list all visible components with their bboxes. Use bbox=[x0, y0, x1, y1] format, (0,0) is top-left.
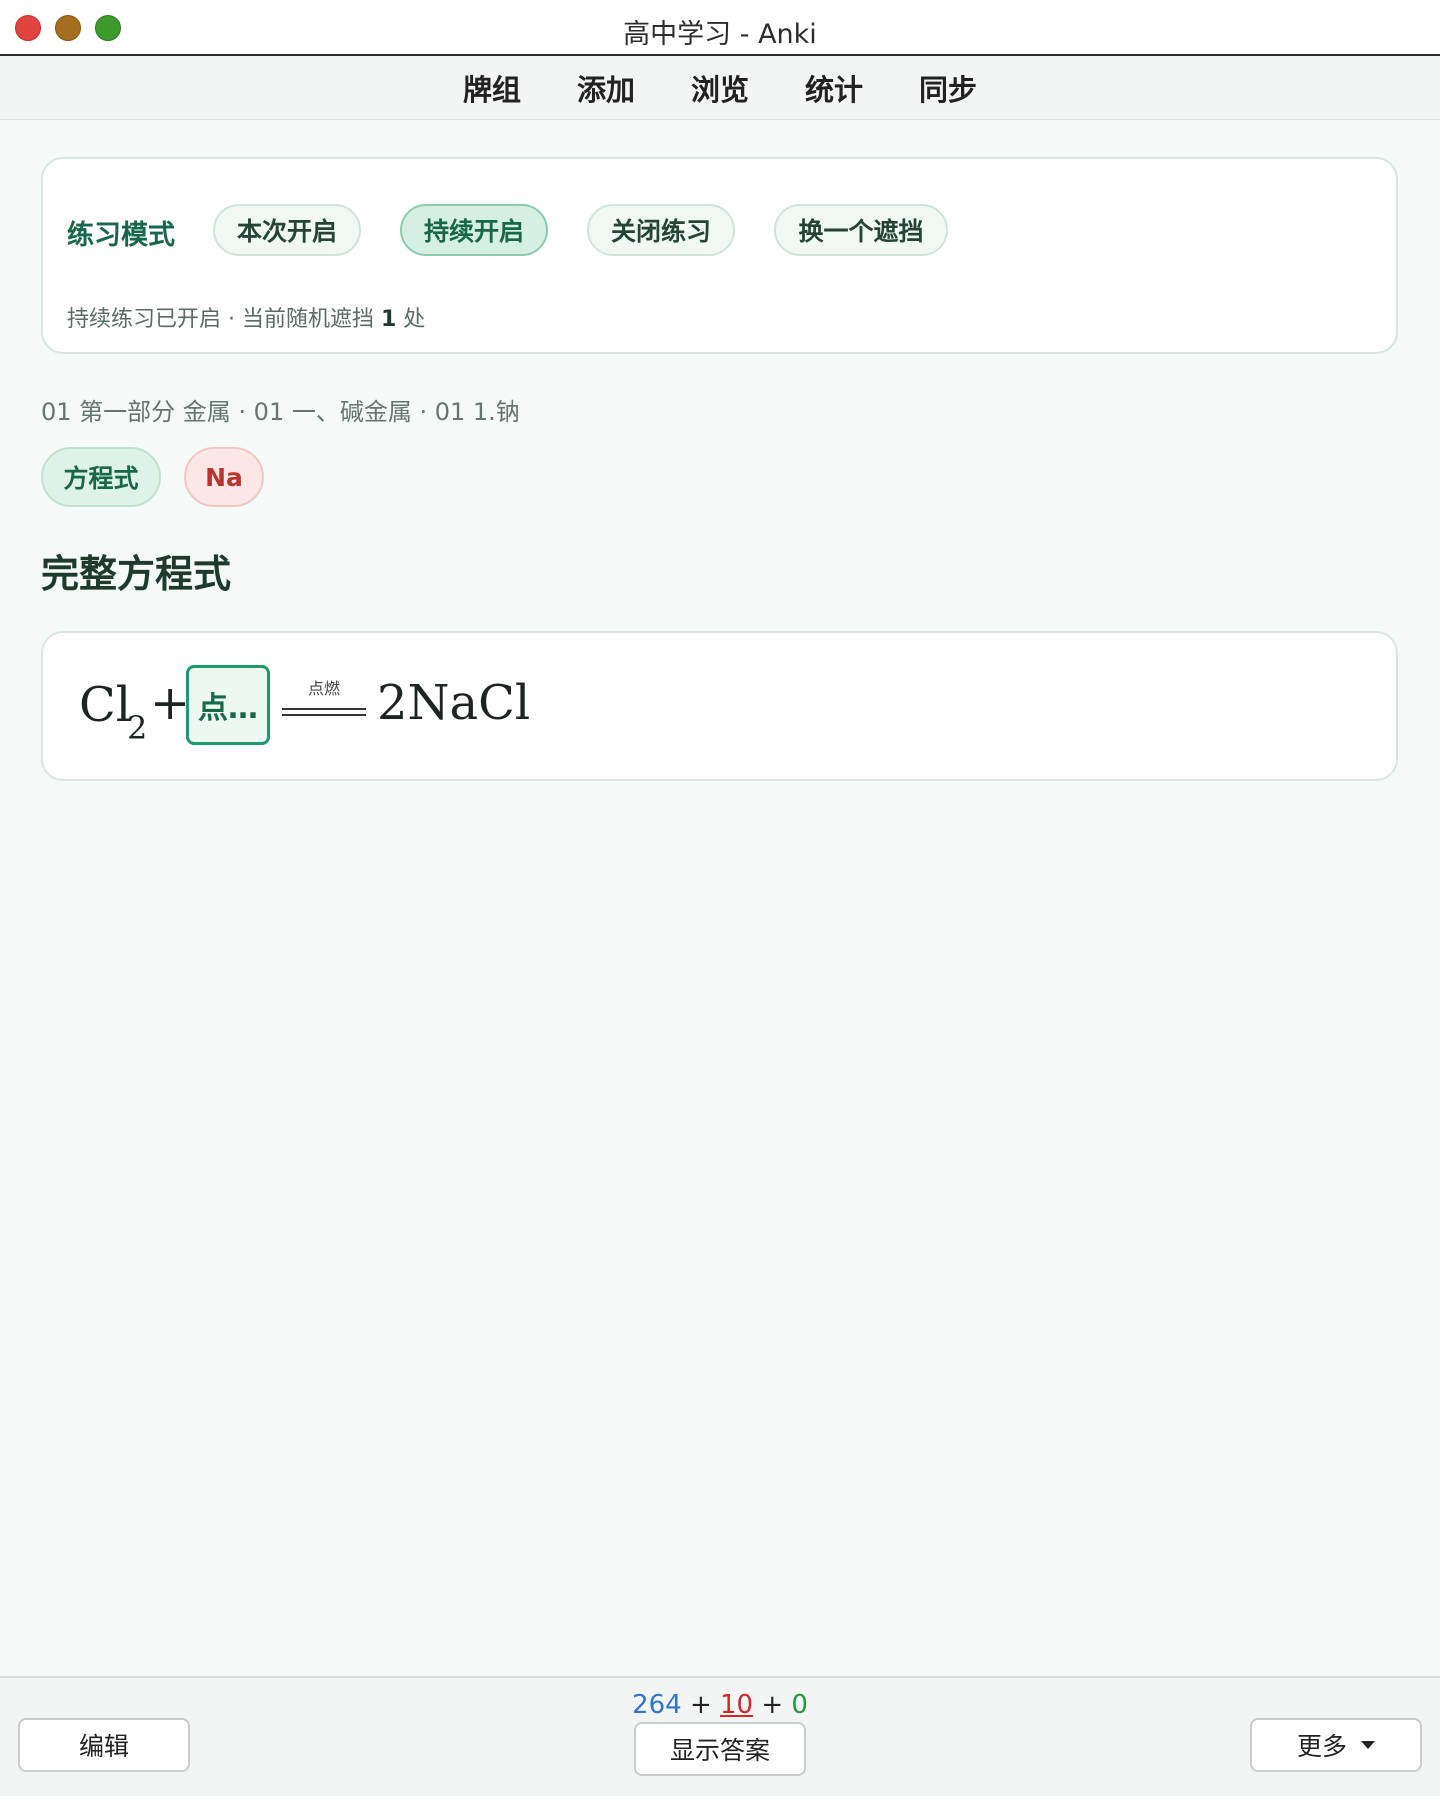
learn-count: 10 bbox=[720, 1690, 754, 1720]
equation-plus: + bbox=[150, 675, 191, 731]
practice-once-button[interactable]: 本次开启 bbox=[213, 204, 361, 256]
window-title: 高中学习 - Anki bbox=[623, 19, 817, 50]
equation-product: 2NaCl bbox=[377, 675, 531, 731]
count-plus-2: + bbox=[761, 1690, 784, 1720]
top-nav: 牌组 添加 浏览 统计 同步 bbox=[0, 56, 1440, 120]
tag-equation: 方程式 bbox=[41, 447, 161, 507]
practice-mode-label: 练习模式 bbox=[67, 220, 175, 251]
count-plus-1: + bbox=[689, 1690, 712, 1720]
nav-stats[interactable]: 统计 bbox=[777, 67, 891, 109]
due-counts: 264 + 10 + 0 bbox=[0, 1690, 1440, 1720]
practice-mode-panel: 练习模式 本次开启 持续开启 关闭练习 换一个遮挡 持续练习已开启 · 当前随机… bbox=[41, 157, 1398, 354]
equation-reactant-subscript: 2 bbox=[127, 709, 148, 747]
practice-off-button[interactable]: 关闭练习 bbox=[587, 204, 735, 256]
nav-sync[interactable]: 同步 bbox=[891, 67, 1005, 109]
deck-breadcrumb: 01 第一部分 金属 · 01 一、碱金属 · 01 1.钠 bbox=[41, 398, 520, 426]
practice-continuous-button[interactable]: 持续开启 bbox=[400, 204, 548, 256]
equation-reactant: Cl bbox=[79, 677, 132, 733]
title-bar: 高中学习 - Anki bbox=[0, 0, 1440, 56]
review-count: 0 bbox=[791, 1690, 808, 1720]
reaction-condition: 点燃 bbox=[307, 679, 340, 698]
caret-down-icon bbox=[1361, 1741, 1375, 1749]
status-suffix: 处 bbox=[403, 307, 426, 332]
tag-na: Na bbox=[184, 447, 264, 507]
equation-card: Cl 2 + 点… 点燃 2NaCl bbox=[41, 631, 1398, 781]
change-mask-button[interactable]: 换一个遮挡 bbox=[774, 204, 948, 256]
new-count: 264 bbox=[632, 1690, 682, 1720]
more-label: 更多 bbox=[1296, 1732, 1347, 1761]
arrow-line-top bbox=[282, 708, 366, 710]
nav-decks[interactable]: 牌组 bbox=[435, 67, 549, 109]
practice-status: 持续练习已开启 · 当前随机遮挡 1 处 bbox=[67, 301, 425, 333]
masked-blank[interactable]: 点… bbox=[186, 665, 270, 745]
arrow-line-bottom bbox=[282, 714, 366, 716]
mask-count: 1 bbox=[380, 307, 397, 332]
show-answer-button[interactable]: 显示答案 bbox=[634, 1722, 806, 1776]
anki-window: 高中学习 - Anki 牌组 添加 浏览 统计 同步 练习模式 本次开启 持续开… bbox=[0, 0, 1440, 1796]
nav-browse[interactable]: 浏览 bbox=[663, 67, 777, 109]
bottom-bar: 264 + 10 + 0 编辑 显示答案 更多 bbox=[0, 1676, 1440, 1796]
section-title: 完整方程式 bbox=[41, 552, 232, 596]
status-prefix: 持续练习已开启 · 当前随机遮挡 bbox=[67, 307, 374, 332]
reaction-arrow: 点燃 bbox=[282, 677, 366, 717]
nav-add[interactable]: 添加 bbox=[549, 67, 663, 109]
more-button[interactable]: 更多 bbox=[1250, 1718, 1422, 1772]
edit-button[interactable]: 编辑 bbox=[18, 1718, 190, 1772]
